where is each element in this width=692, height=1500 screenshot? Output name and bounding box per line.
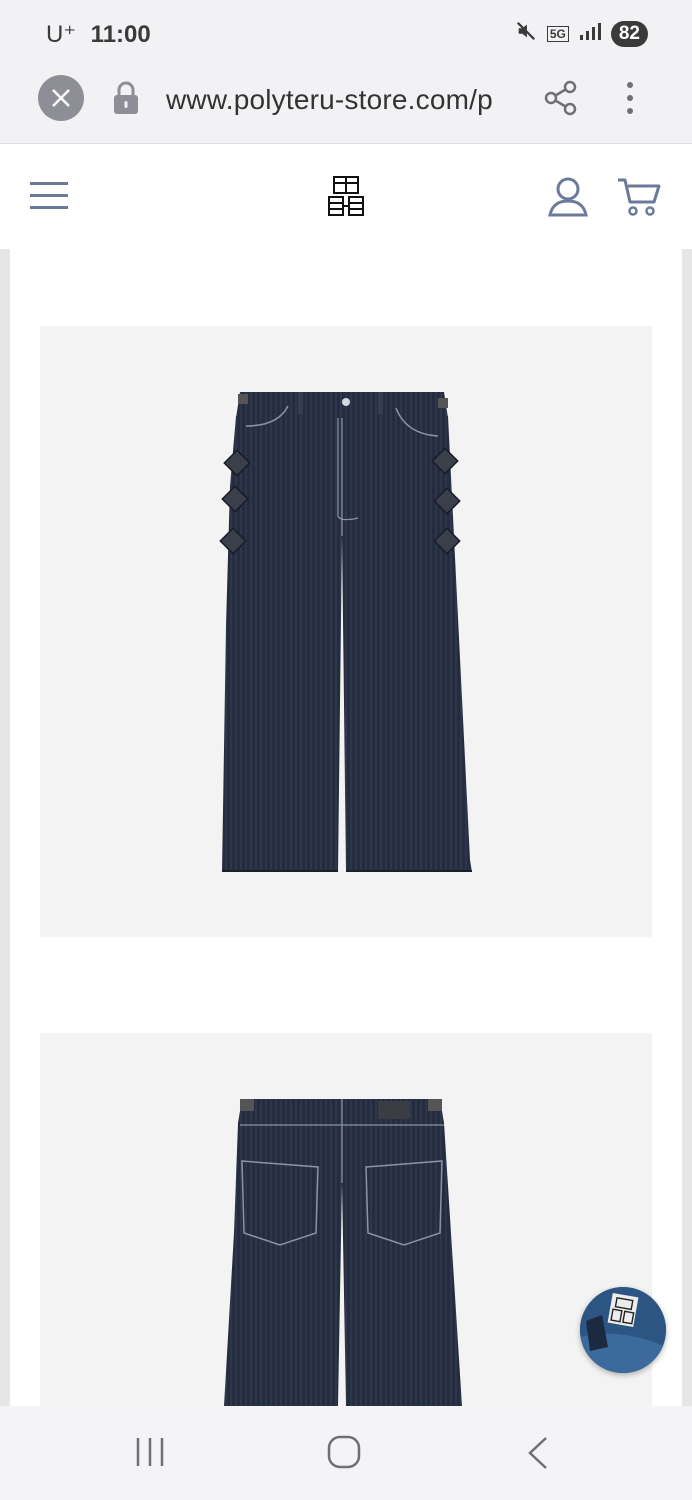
clock: 11:00 bbox=[90, 21, 151, 48]
product-image-back[interactable] bbox=[40, 1033, 652, 1406]
account-icon[interactable] bbox=[548, 177, 588, 222]
chat-floating-button[interactable] bbox=[580, 1287, 666, 1373]
home-icon[interactable] bbox=[326, 1434, 362, 1475]
more-vertical-icon[interactable] bbox=[620, 80, 640, 121]
lock-icon bbox=[112, 80, 140, 121]
gutter-right bbox=[682, 249, 692, 1406]
product-image-front[interactable] bbox=[40, 326, 652, 937]
hamburger-menu-icon[interactable] bbox=[30, 181, 68, 216]
status-left: U⁺ 11:00 bbox=[46, 20, 151, 49]
url-field[interactable]: www.polyteru-store.com/p bbox=[166, 84, 516, 116]
status-bar: U⁺ 11:00 5G 82 bbox=[0, 0, 692, 66]
browser-url-bar: www.polyteru-store.com/p bbox=[0, 66, 692, 144]
cart-icon[interactable] bbox=[616, 177, 662, 222]
system-nav-bar bbox=[0, 1406, 692, 1500]
share-icon[interactable] bbox=[544, 80, 578, 121]
product-gallery bbox=[0, 249, 692, 1406]
network-5g-icon: 5G bbox=[546, 25, 569, 42]
gutter-left bbox=[0, 249, 10, 1406]
carrier-label: U⁺ bbox=[46, 21, 76, 48]
brand-logo[interactable] bbox=[326, 175, 366, 222]
site-header bbox=[0, 145, 692, 249]
close-icon[interactable] bbox=[38, 75, 84, 121]
status-right: 5G 82 bbox=[515, 20, 648, 47]
signal-icon bbox=[579, 22, 601, 45]
recent-apps-icon[interactable] bbox=[134, 1436, 166, 1473]
back-icon[interactable] bbox=[526, 1436, 550, 1475]
battery-icon: 82 bbox=[610, 20, 648, 47]
mute-icon bbox=[515, 20, 537, 47]
